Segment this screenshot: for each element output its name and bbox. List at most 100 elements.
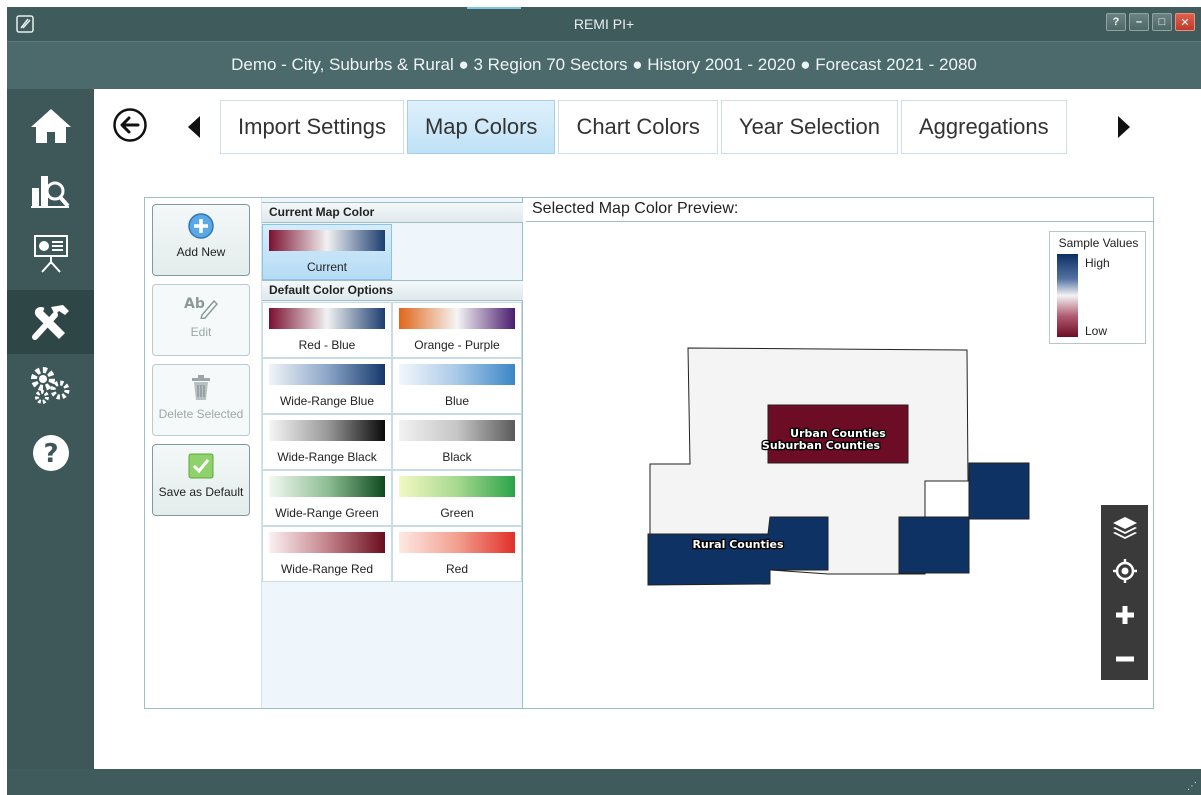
color-option-label: Red — [445, 562, 468, 576]
current-color-swatch[interactable]: Current — [262, 224, 392, 280]
legend-high-label: High — [1085, 256, 1110, 270]
sidebar-item-home[interactable] — [7, 94, 94, 158]
save-as-default-label: Save as Default — [158, 485, 244, 499]
gears-icon — [30, 367, 69, 404]
tab-year-selection[interactable]: Year Selection — [720, 100, 898, 154]
color-option[interactable]: Red — [392, 526, 522, 582]
zoom-out-icon — [1115, 656, 1134, 662]
action-buttons: Add New Ab Edit Delete Selected Save as … — [145, 198, 259, 708]
zoom-out-button[interactable] — [1101, 637, 1148, 681]
legend-low-label: Low — [1085, 324, 1108, 338]
zoom-in-button[interactable] — [1101, 593, 1148, 637]
sidebar: ? — [7, 89, 94, 769]
color-option[interactable]: Black — [392, 414, 522, 470]
chart-search-icon — [30, 176, 69, 208]
color-option-label: Black — [442, 450, 472, 464]
layers-button[interactable] — [1101, 505, 1148, 549]
color-option[interactable]: Wide-Range Green — [262, 470, 392, 526]
delete-selected-button[interactable]: Delete Selected — [152, 364, 250, 436]
tab-import-settings[interactable]: Import Settings — [220, 100, 404, 154]
save-as-default-button[interactable]: Save as Default — [152, 444, 250, 516]
color-option-gradient — [399, 308, 515, 329]
tab-scroll-left-icon[interactable] — [186, 115, 202, 139]
sidebar-item-settings-tools[interactable] — [7, 290, 94, 354]
color-option[interactable]: Red - Blue — [262, 302, 392, 358]
color-option-gradient — [399, 532, 515, 553]
help-icon: ? — [32, 435, 69, 471]
color-option[interactable]: Wide-Range Red — [262, 526, 392, 582]
current-map-color-header: Current Map Color — [262, 202, 523, 223]
tab-scroll-right-icon[interactable] — [1116, 115, 1132, 139]
settings-tabs: Import Settings Map Colors Chart Colors … — [220, 100, 1067, 154]
color-option-gradient — [399, 476, 515, 497]
color-option[interactable]: Blue — [392, 358, 522, 414]
edit-label: Edit — [190, 325, 212, 339]
sidebar-item-help[interactable]: ? — [7, 421, 94, 485]
map-toolbar — [1101, 505, 1148, 680]
plus-circle-icon — [188, 213, 214, 239]
current-gradient — [269, 230, 385, 251]
legend-color-bar — [1057, 254, 1078, 337]
color-option-label: Green — [440, 506, 474, 520]
map-colors-panel: Add New Ab Edit Delete Selected Save as … — [144, 197, 1154, 709]
presentation-icon — [33, 235, 68, 273]
sidebar-item-presentation[interactable] — [7, 220, 94, 284]
default-color-options-header: Default Color Options — [262, 280, 523, 301]
color-options-list: Current Map Color Current Default Color … — [261, 198, 523, 708]
color-option-gradient — [269, 532, 385, 553]
color-option-label: Orange - Purple — [414, 338, 500, 352]
color-option-label: Wide-Range Green — [275, 506, 379, 520]
sidebar-item-results[interactable] — [7, 157, 94, 221]
current-label: Current — [306, 260, 347, 274]
region-rural-south[interactable] — [898, 516, 970, 574]
window-title: REMI PI+ — [573, 16, 635, 32]
color-option-gradient — [399, 420, 515, 441]
color-option[interactable]: Green — [392, 470, 522, 526]
locate-icon — [1112, 559, 1137, 583]
model-info-bar: Demo - City, Suburbs & Rural ● 3 Region … — [7, 41, 1201, 89]
maximize-button[interactable]: □ — [1152, 13, 1172, 31]
sidebar-item-options[interactable] — [7, 353, 94, 417]
add-new-label: Add New — [176, 245, 226, 259]
color-option-gradient — [269, 476, 385, 497]
locate-button[interactable] — [1101, 549, 1148, 593]
map-legend: Sample Values High Low — [1049, 231, 1146, 344]
color-option-label: Wide-Range Black — [277, 450, 377, 464]
color-option[interactable]: Wide-Range Black — [262, 414, 392, 470]
edit-button[interactable]: Ab Edit — [152, 284, 250, 356]
suburban-counties-label: Suburban Counties — [762, 439, 881, 452]
home-icon — [30, 109, 71, 143]
layers-icon — [1112, 517, 1137, 539]
status-bar: ⋰ — [7, 769, 1201, 795]
app-window: REMI PI+ ? – □ ✕ Demo - City, Suburbs & … — [7, 7, 1201, 795]
color-option[interactable]: Wide-Range Blue — [262, 358, 392, 414]
color-option-gradient — [269, 420, 385, 441]
rural-counties-label: Rural Counties — [692, 538, 784, 551]
legend-title: Sample Values — [1058, 236, 1139, 250]
resize-grip-icon[interactable]: ⋰ — [1187, 781, 1197, 792]
color-option[interactable]: Orange - Purple — [392, 302, 522, 358]
color-option-gradient — [269, 364, 385, 385]
rename-pencil-icon: Ab — [184, 296, 218, 319]
tab-chart-colors[interactable]: Chart Colors — [558, 100, 718, 154]
minimize-button[interactable]: – — [1129, 13, 1149, 31]
tab-map-colors[interactable]: Map Colors — [406, 100, 556, 154]
tools-icon — [31, 305, 69, 340]
delete-selected-label: Delete Selected — [158, 407, 244, 421]
color-option-label: Wide-Range Red — [280, 562, 374, 576]
preview-title: Selected Map Color Preview: — [526, 198, 1153, 222]
title-accent — [467, 7, 521, 9]
back-arrow-icon[interactable] — [112, 107, 148, 143]
tab-aggregations[interactable]: Aggregations — [901, 100, 1067, 154]
color-option-label: Red - Blue — [298, 338, 356, 352]
help-window-button[interactable]: ? — [1106, 13, 1126, 31]
color-option-gradient — [399, 364, 515, 385]
svg-text:?: ? — [43, 439, 58, 469]
title-bar: REMI PI+ ? – □ ✕ — [7, 7, 1201, 41]
main-content: Import Settings Map Colors Chart Colors … — [94, 89, 1201, 769]
add-new-button[interactable]: Add New — [152, 204, 250, 276]
close-button[interactable]: ✕ — [1175, 13, 1195, 31]
region-rural-east[interactable] — [968, 462, 1030, 520]
color-option-label: Blue — [444, 394, 470, 408]
trash-icon — [192, 375, 210, 400]
